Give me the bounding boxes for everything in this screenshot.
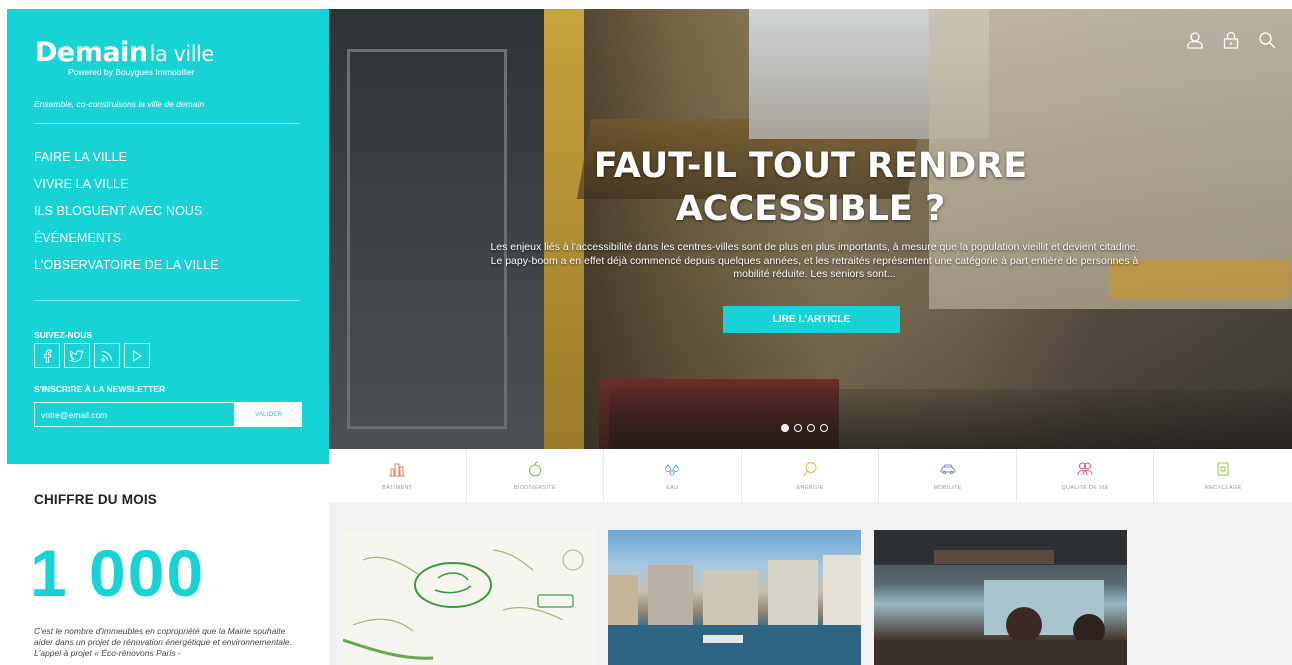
chiffre-number: 1 000	[30, 536, 206, 610]
play-icon[interactable]	[124, 343, 150, 368]
logo-bold-text: Demain	[35, 37, 148, 68]
category-batiment[interactable]: BÂTIMENT	[329, 449, 467, 502]
category-recyclage[interactable]: RECYCLAGE	[1154, 449, 1292, 502]
read-article-button[interactable]: LIRE L'ARTICLE	[723, 306, 900, 333]
newsletter-form: VALIDER	[34, 402, 302, 427]
user-icon[interactable]	[1184, 29, 1206, 51]
sidebar: Demain la ville Powered by Bouygues Immo…	[7, 9, 329, 464]
slider-dot[interactable]	[781, 424, 789, 432]
category-label: ENERGIE	[796, 484, 824, 491]
category-eau[interactable]: EAU	[604, 449, 742, 502]
hero-title: FAUT-IL TOUT RENDRE ACCESSIBLE ?	[329, 145, 1292, 231]
sketch-illustration	[343, 549, 584, 660]
rss-icon[interactable]	[94, 343, 120, 368]
slider-dots	[781, 424, 828, 432]
menu-item-evenements[interactable]: ÉVÉNEMENTS	[34, 231, 219, 258]
lock-icon[interactable]	[1220, 29, 1242, 51]
category-label: BÂTIMENT	[382, 484, 413, 491]
newsletter-submit-button[interactable]: VALIDER	[235, 402, 302, 427]
menu-item-ils-bloguent[interactable]: ILS BLOGUENT AVEC NOUS	[34, 204, 219, 231]
category-label: EAU	[666, 484, 679, 491]
hero-excerpt: Les enjeux liés à l'accessibilité dans l…	[490, 241, 1139, 280]
logo-subtitle: Powered by Bouygues Immobilier	[68, 67, 195, 77]
chiffre-title: CHIFFRE DU MOIS	[34, 492, 157, 507]
people-photo	[874, 530, 1127, 665]
hero-window-frame	[347, 49, 507, 429]
category-mobilite[interactable]: MOBILITÉ	[879, 449, 1017, 502]
category-label: RECYCLAGE	[1204, 484, 1242, 491]
slider-dot[interactable]	[820, 424, 828, 432]
menu-item-faire-la-ville[interactable]: FAIRE LA VILLE	[34, 150, 219, 177]
newsletter-email-input[interactable]	[34, 402, 235, 427]
energy-icon	[803, 461, 817, 476]
logo-wordmark: Demain la ville	[35, 39, 214, 66]
article-card-image[interactable]	[608, 530, 861, 665]
search-icon[interactable]	[1256, 29, 1278, 51]
hero-slider: FAUT-IL TOUT RENDRE ACCESSIBLE ? Les enj…	[329, 9, 1292, 449]
newsletter-label: S'INSCRIRE À LA NEWSLETTER	[34, 384, 166, 394]
car-icon	[940, 464, 956, 474]
site-tagline: Ensemble, co-construisons la ville de de…	[34, 99, 205, 109]
sidebar-divider	[34, 123, 300, 124]
article-card-image[interactable]	[874, 530, 1127, 665]
menu-item-vivre-la-ville[interactable]: VIVRE LA VILLE	[34, 177, 219, 204]
article-card-image[interactable]	[343, 530, 596, 665]
slider-dot[interactable]	[794, 424, 802, 432]
main-menu: FAIRE LA VILLE VIVRE LA VILLE ILS BLOGUE…	[34, 150, 219, 285]
water-drops-icon	[665, 463, 680, 476]
recycle-icon	[1217, 462, 1229, 475]
menu-item-observatoire[interactable]: L'OBSERVATOIRE DE LA VILLE	[34, 258, 219, 285]
sidebar-divider	[34, 300, 300, 301]
social-links	[34, 343, 150, 368]
category-label: QUALITÉ DE VIE	[1061, 484, 1109, 491]
category-biodiversite[interactable]: BIODIVERSITÉ	[467, 449, 605, 502]
header-icons	[1184, 29, 1278, 51]
hero-title-line1: FAUT-IL TOUT RENDRE	[593, 146, 1028, 186]
twitter-icon[interactable]	[64, 343, 90, 368]
chiffre-description: C'est le nombre d'immeubles en coproprié…	[34, 626, 293, 658]
facebook-icon[interactable]	[34, 343, 60, 368]
apple-icon	[528, 461, 541, 476]
site-logo[interactable]: Demain la ville Powered by Bouygues Immo…	[35, 39, 214, 77]
city-waterfront-photo	[608, 555, 861, 665]
slider-dot[interactable]	[807, 424, 815, 432]
category-label: BIODIVERSITÉ	[513, 484, 556, 491]
category-bar: BÂTIMENT BIODIVERSITÉ EAU ENERGIE MOBILI…	[329, 449, 1292, 503]
hero-terrace-chairs	[609, 389, 1292, 449]
follow-label: SUIVEZ-NOUS	[34, 330, 93, 340]
people-icon	[1077, 462, 1093, 475]
category-qualite-de-vie[interactable]: QUALITÉ DE VIE	[1017, 449, 1155, 502]
logo-light-text: la ville	[149, 42, 215, 66]
building-icon	[389, 463, 406, 476]
category-label: MOBILITÉ	[933, 484, 962, 491]
category-energie[interactable]: ENERGIE	[742, 449, 880, 502]
hero-title-line2: ACCESSIBLE ?	[675, 189, 946, 229]
